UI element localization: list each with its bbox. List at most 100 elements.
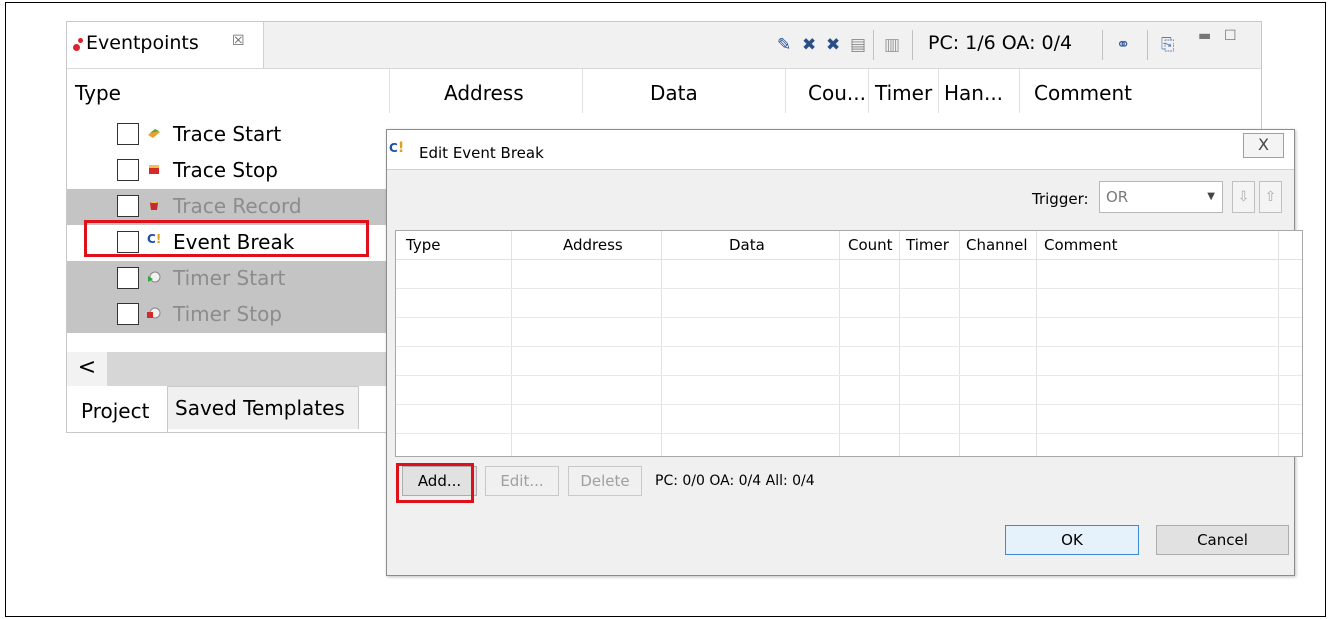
column-separator: [938, 69, 939, 113]
eventpoint-label: Trace Record: [173, 194, 302, 218]
close-button[interactable]: X: [1243, 133, 1284, 158]
view-header: Eventpoints ☒ ✎ ✖ ✖ ▤ ▥ PC: 1/6 OA: 0/4 …: [67, 22, 1261, 69]
event-table[interactable]: Type Address Data Count Timer Channel Co…: [395, 230, 1303, 457]
checkbox[interactable]: [117, 267, 139, 289]
column-address[interactable]: Address: [444, 81, 524, 105]
column-separator: [959, 231, 960, 456]
eventpoint-label: Trace Stop: [173, 158, 278, 182]
checkbox[interactable]: [117, 195, 139, 217]
dialog-title: Edit Event Break: [419, 144, 544, 162]
trace-start-icon: [148, 129, 160, 138]
eventpoint-row-timer-stop[interactable]: Timer Stop: [67, 297, 389, 333]
eventpoint-row-timer-start[interactable]: Timer Start: [67, 261, 389, 297]
checkbox[interactable]: [117, 159, 139, 181]
table-row: [396, 288, 1302, 289]
eventpoints-tab-label: Eventpoints: [86, 32, 199, 54]
eventpoint-label: Timer Start: [173, 266, 286, 290]
table-row: [396, 346, 1302, 347]
link-icon[interactable]: ⚭: [1116, 35, 1130, 55]
column-separator: [1278, 231, 1279, 456]
tab-saved-templates-label: Saved Templates: [175, 396, 345, 420]
scroll-left-icon[interactable]: <: [67, 352, 107, 386]
dialog-body: Trigger: OR ▼ ⇩ ⇧ Type Address Data Coun…: [387, 169, 1303, 575]
column-separator: [868, 69, 869, 113]
toolbar-separator: [912, 30, 913, 60]
export-icon[interactable]: ⎘: [1161, 35, 1175, 55]
tab-project-label: Project: [81, 399, 150, 423]
eventpoint-label: Timer Stop: [173, 302, 282, 326]
table-row: [396, 375, 1302, 376]
column-data[interactable]: Data: [650, 81, 698, 105]
toolbar-separator: [1102, 30, 1103, 60]
move-down-button[interactable]: ⇩: [1232, 181, 1255, 213]
column-timer[interactable]: Timer: [875, 81, 932, 105]
column-separator: [839, 231, 840, 456]
eventpoint-row-trace-stop[interactable]: Trace Stop: [67, 153, 389, 189]
trigger-select[interactable]: OR ▼: [1099, 181, 1223, 213]
eventpoint-row-trace-start[interactable]: Trace Start: [67, 117, 389, 153]
delete-button[interactable]: Delete: [568, 466, 642, 496]
column-separator: [1036, 231, 1037, 456]
column-separator: [899, 231, 900, 456]
paste-icon[interactable]: ▥: [884, 35, 900, 55]
eventpoints-tab[interactable]: Eventpoints ☒: [67, 22, 264, 68]
column-handler[interactable]: Han...: [944, 81, 1003, 105]
column-type[interactable]: Type: [406, 236, 440, 254]
checkbox[interactable]: [117, 303, 139, 325]
column-count[interactable]: Count: [848, 236, 893, 254]
maximize-icon[interactable]: ☐: [1224, 28, 1237, 44]
column-channel[interactable]: Channel: [966, 236, 1028, 254]
trigger-value: OR: [1106, 188, 1129, 206]
edit-button[interactable]: Edit...: [485, 466, 559, 496]
column-count[interactable]: Cou...: [808, 81, 866, 105]
ok-button[interactable]: OK: [1005, 525, 1139, 555]
move-up-button[interactable]: ⇧: [1259, 181, 1282, 213]
table-row: [396, 317, 1302, 318]
table-row: [396, 433, 1302, 434]
column-separator: [661, 231, 662, 456]
eventpoints-tab-icon-dot: [78, 38, 83, 43]
column-address[interactable]: Address: [563, 236, 623, 254]
checkbox[interactable]: [117, 123, 139, 145]
tab-project[interactable]: Project: [67, 386, 168, 432]
edit-event-break-dialog: C! Edit Event Break X Trigger: OR ▼ ⇩ ⇧ …: [386, 129, 1303, 576]
event-table-header: Type Address Data Count Timer Channel Co…: [396, 231, 1302, 260]
copy-icon[interactable]: ▤: [850, 35, 866, 55]
column-data[interactable]: Data: [729, 236, 765, 254]
tab-saved-templates[interactable]: Saved Templates: [167, 386, 359, 429]
column-timer[interactable]: Timer: [906, 236, 949, 254]
minimize-icon[interactable]: ▬: [1198, 28, 1211, 44]
column-separator: [389, 69, 390, 113]
remove-all-icon[interactable]: ✖: [802, 35, 816, 55]
trace-record-icon: [150, 201, 158, 210]
table-row: [396, 404, 1302, 405]
timer-start-icon: [148, 271, 161, 283]
remove-all-pointer-icon[interactable]: ✖: [826, 35, 840, 55]
event-break-icon: C!: [389, 140, 405, 156]
dialog-status: PC: 0/0 OA: 0/4 All: 0/4: [655, 473, 815, 489]
eventpoints-tab-icon: [73, 44, 80, 51]
column-type[interactable]: Type: [75, 81, 121, 105]
column-separator: [785, 69, 786, 113]
bottom-tabs: Project Saved Templates: [67, 386, 363, 432]
column-comment[interactable]: Comment: [1034, 81, 1132, 105]
timer-stop-icon: [147, 307, 161, 319]
toolbar-separator: [1147, 30, 1148, 60]
event-break-highlight: [84, 220, 369, 257]
eventpoints-column-headers: Type Address Data Cou... Timer Han... Co…: [67, 69, 1261, 117]
column-separator: [582, 69, 583, 113]
cancel-button[interactable]: Cancel: [1156, 525, 1289, 555]
column-comment[interactable]: Comment: [1044, 236, 1118, 254]
pc-oa-status: PC: 1/6 OA: 0/4: [928, 32, 1073, 54]
trigger-label: Trigger:: [1032, 190, 1089, 208]
remove-icon[interactable]: ✎: [777, 35, 791, 55]
eventpoint-label: Trace Start: [173, 122, 282, 146]
trace-stop-icon: [149, 165, 159, 174]
dialog-titlebar[interactable]: C! Edit Event Break X: [387, 130, 1294, 168]
toolbar-separator: [873, 30, 874, 60]
close-icon[interactable]: ☒: [232, 33, 245, 49]
chevron-down-icon: ▼: [1207, 191, 1215, 202]
add-button-highlight: [396, 463, 474, 503]
column-separator: [1019, 69, 1020, 113]
horizontal-scrollbar[interactable]: <: [67, 352, 389, 386]
